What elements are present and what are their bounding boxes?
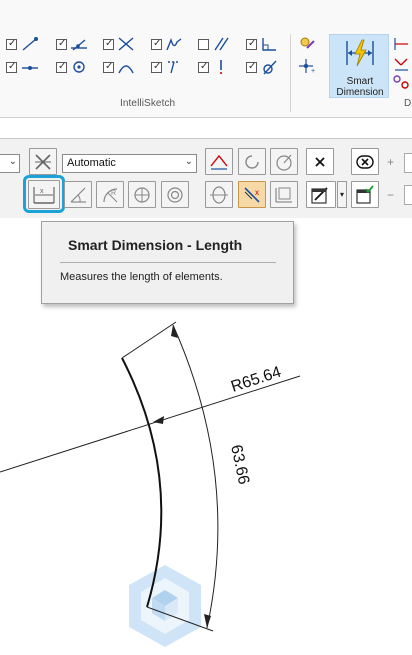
dimension-mode-select[interactable]: Automatic ⌄ [62,154,197,173]
ribbon-divider [0,117,412,118]
dimension-toggle-button[interactable] [29,148,57,175]
angle-option-icon [276,154,292,171]
tooltip-description: Measures the length of elements. [60,271,223,283]
svg-text:R: R [111,190,116,197]
svg-text:x: x [255,188,259,197]
horizontal-vertical-icon [275,187,292,203]
center-icon[interactable] [70,59,88,75]
arc-length-dimension-line [172,324,219,629]
distance-between-icon[interactable] [392,36,410,52]
minus-tolerance-input[interactable] [404,185,412,205]
tangent-arc-dimension-button[interactable] [205,181,233,208]
tangent-icon[interactable] [260,59,278,75]
chevron-down-icon: ⌄ [184,156,193,167]
diameter-dimension-button[interactable] [128,181,156,208]
horizontal-vertical-button[interactable] [270,181,298,208]
intellisketch-group-label: IntelliSketch [120,98,176,109]
dimension-properties-button[interactable] [306,181,336,208]
diameter-dimension-icon [134,187,150,203]
highlight-ring [23,175,65,213]
ribbon: ✓ ✓ ✓ ✓ ✓ ✓ ✓ ✓ ✓ ✓ ✓ + Smart Dimension … [0,0,412,118]
cross-intersection-icon[interactable] [117,36,135,52]
vertical-icon[interactable] [212,59,230,75]
close-command-button[interactable] [306,148,334,175]
intellisketch-checkbox[interactable]: ✓ [56,61,67,73]
intellisketch-checkbox[interactable]: ✓ [198,61,209,73]
intellisketch-checkbox[interactable]: ✓ [56,38,67,50]
by-2-points-button[interactable]: x [238,181,266,208]
plus-symbol: + [387,155,395,169]
svg-text:+: + [311,68,315,74]
sketch-arc [121,357,163,608]
dimension-toggle-icon [35,154,51,170]
radius-arrowhead [153,416,164,424]
ribbon-group-separator [290,34,291,112]
parallel-icon[interactable] [212,36,230,52]
extension-line-top [121,321,177,359]
intellisketch-checkbox[interactable]: ✓ [6,38,17,50]
axis-option-icon [210,154,228,170]
orientation-button[interactable] [238,148,266,175]
tangent-arc-icon[interactable] [117,59,135,75]
close-icon [315,157,325,167]
angle-dimension-button[interactable] [64,181,92,208]
radius-leader-line [0,375,301,473]
angle-option-button[interactable] [270,148,298,175]
intellisketch-checkbox[interactable]: ✓ [151,38,162,50]
symmetric-diameter-button[interactable] [161,181,189,208]
radius-dimension-icon: R [103,188,118,203]
line-endpoint-icon[interactable] [21,36,39,52]
intellisketch-checkbox[interactable]: ✓ [246,38,257,50]
properties-dropdown-arrow[interactable]: ▾ [337,181,347,208]
dimension-mode-value: Automatic [67,157,116,169]
intellisketch-checkbox[interactable]: ✓ [246,61,257,73]
intellisketch-checkbox[interactable] [198,39,209,50]
tooltip-divider [60,262,276,263]
radius-dimension-button[interactable]: R [96,181,124,208]
coordinate-dimension-icon[interactable] [392,74,410,90]
relate-point-icon[interactable]: + [298,58,316,74]
angle-between-icon[interactable] [392,56,410,72]
intellisketch-checkbox[interactable]: ✓ [103,38,114,50]
smart-dimension-tooltip: Smart Dimension - Length Measures the le… [41,221,294,304]
silhouette-icon[interactable] [165,59,183,75]
minus-symbol: − [387,188,395,202]
next-group-label: D [404,98,412,109]
smart-dimension-button[interactable]: Smart Dimension [329,34,389,98]
plus-tolerance-input[interactable] [404,153,412,173]
smart-dimension-label-line1: Smart [346,76,374,87]
by-2-points-icon: x [244,187,260,203]
extension-line-bottom [146,606,214,632]
tooltip-title: Smart Dimension - Length [68,237,243,253]
symmetric-diameter-icon [167,187,183,203]
relationship-handles-icon[interactable] [298,36,316,52]
solid-edge-window: ✓ ✓ ✓ ✓ ✓ ✓ ✓ ✓ ✓ ✓ ✓ + Smart Dimension … [0,0,412,655]
angle-dimension-icon [70,187,86,203]
radius-dimension-text[interactable]: R65.64 [229,364,283,396]
tangent-arc-dimension-icon [210,186,228,204]
watermark-logo [129,565,201,647]
cancel-icon [356,155,374,169]
intellisketch-checkbox[interactable]: ✓ [6,61,17,73]
intersection-icon[interactable] [70,36,88,52]
dimension-properties-icon [311,187,328,204]
chevron-down-icon: ⌄ [8,156,17,167]
arrowhead-bottom [204,614,211,628]
curve-icon[interactable] [165,36,183,52]
axis-option-button[interactable] [205,148,233,175]
point-on-element-icon[interactable] [21,59,39,75]
arrowhead-top [171,325,178,338]
intellisketch-checkbox[interactable]: ✓ [151,61,162,73]
orientation-dropdown[interactable]: ⌄ [0,154,20,173]
orientation-icon [245,155,259,169]
arc-length-dimension-text[interactable]: 63.66 [227,443,252,486]
intellisketch-checkbox[interactable]: ✓ [103,61,114,73]
insert-prefix-icon [356,185,374,204]
insert-prefix-button[interactable] [351,181,379,208]
smart-dimension-label-line2: Dimension [336,87,384,98]
perpendicular-corner-icon[interactable] [260,36,278,52]
cancel-button[interactable] [351,148,379,175]
smart-dimension-icon [346,39,374,67]
